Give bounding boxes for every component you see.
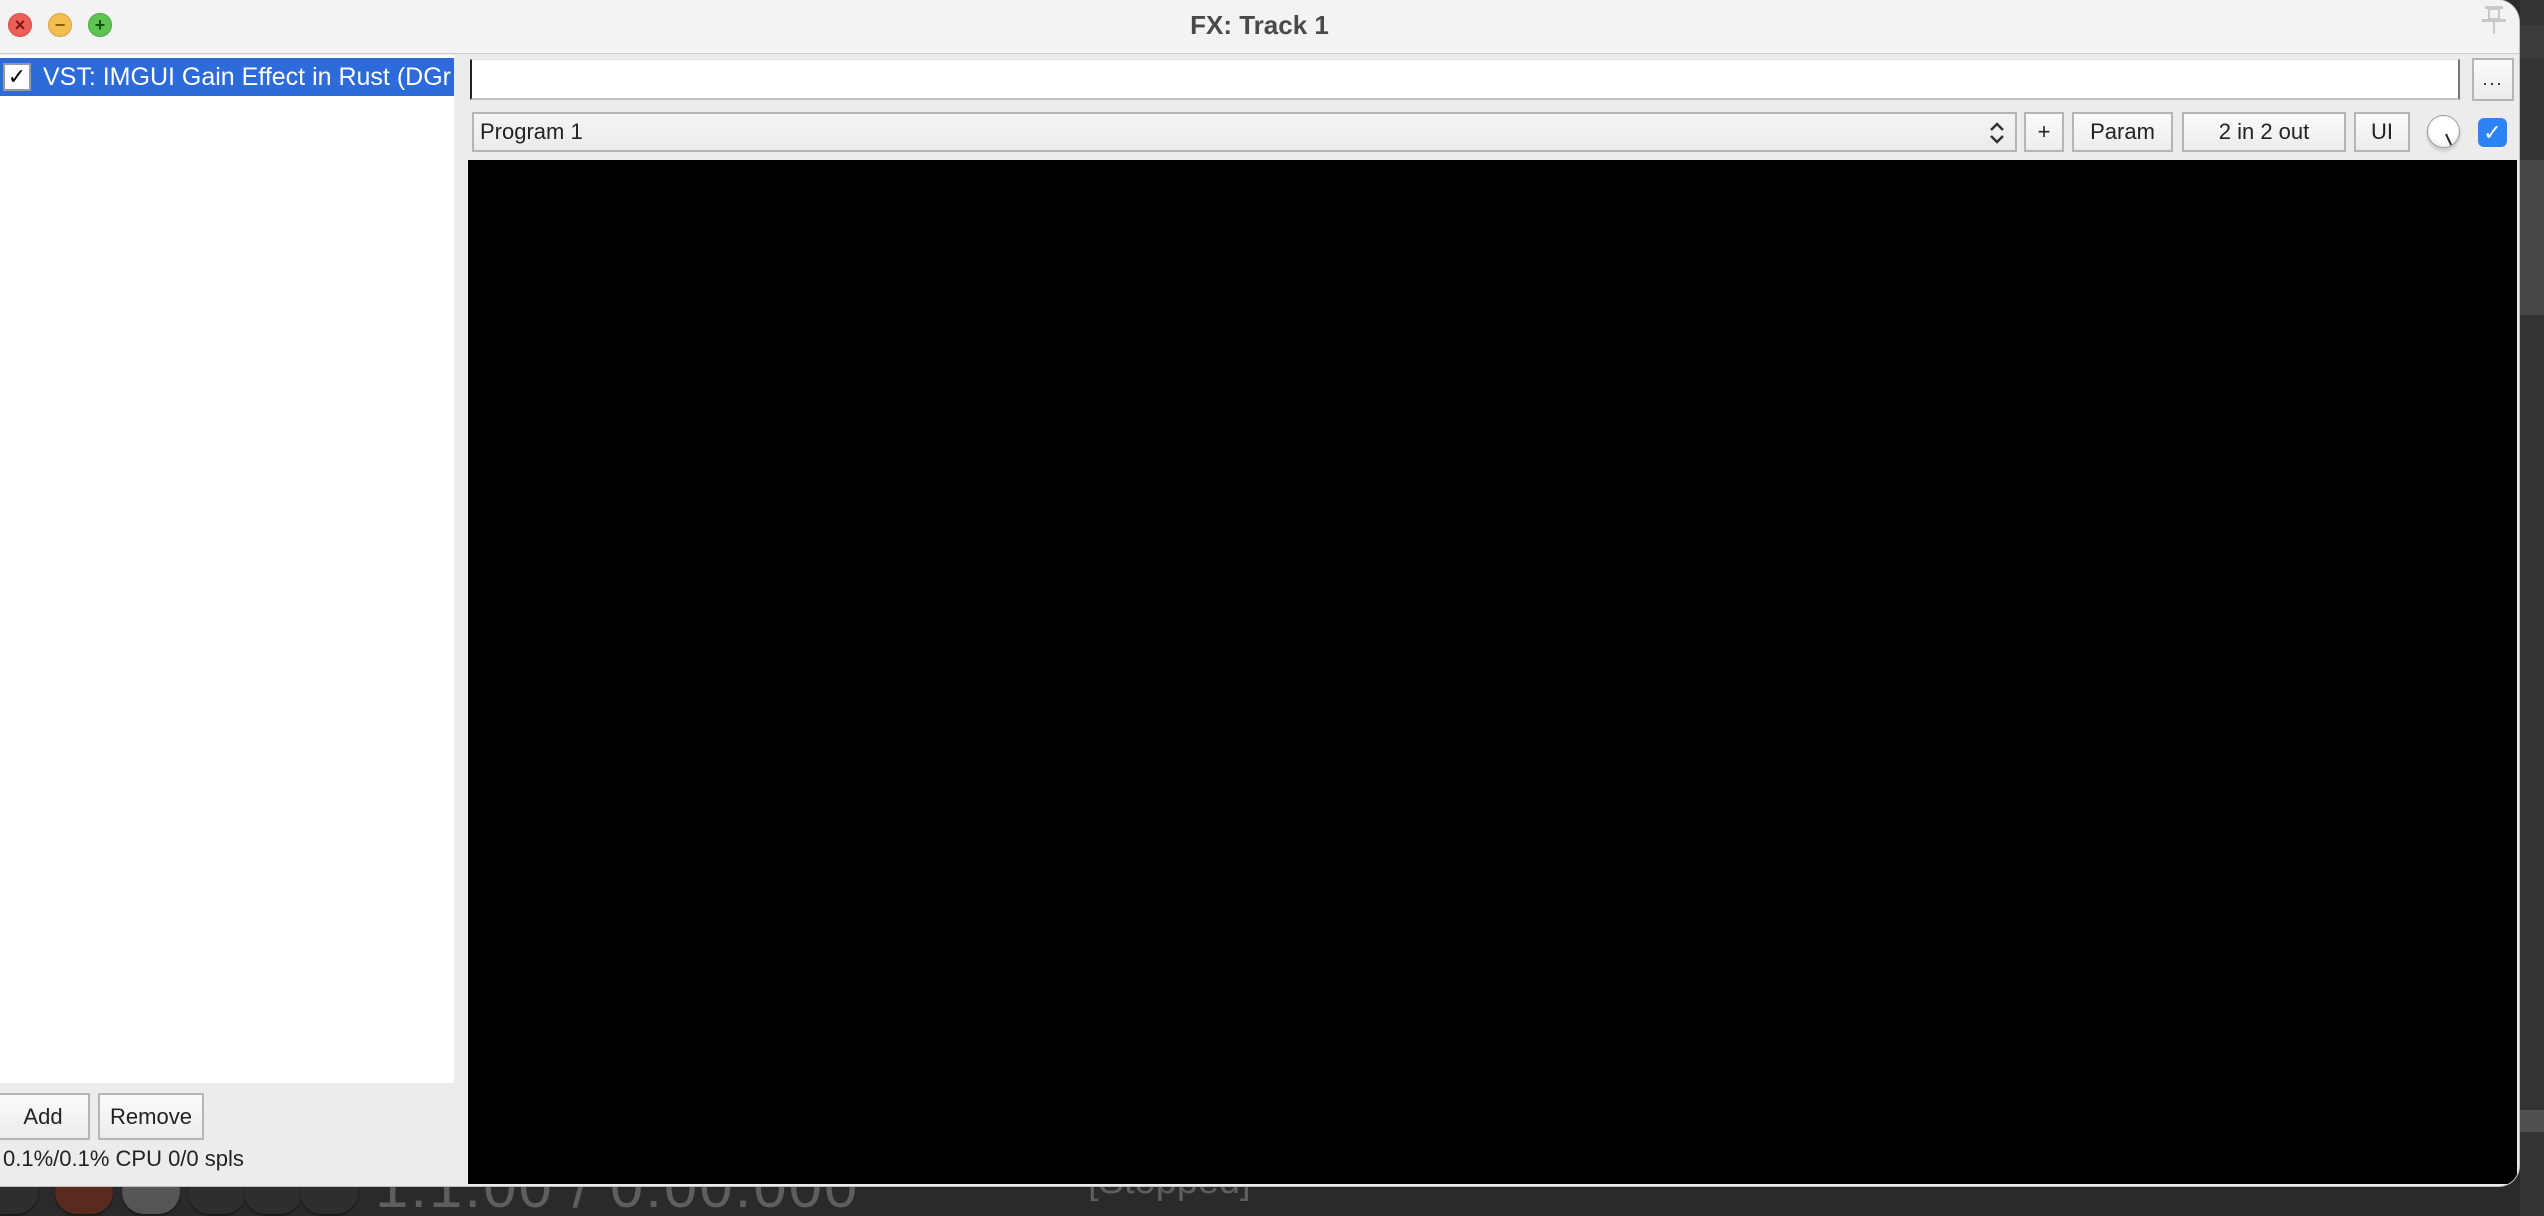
fx-list-item[interactable]: ✓ VST: IMGUI Gain Effect in Rust (DGr bbox=[0, 58, 454, 96]
add-preset-button[interactable]: + bbox=[2024, 112, 2064, 152]
checkmark-icon: ✓ bbox=[7, 64, 27, 89]
fx-item-label: VST: IMGUI Gain Effect in Rust (DGr bbox=[43, 62, 451, 91]
window-title: FX: Track 1 bbox=[1190, 10, 1329, 40]
program-select[interactable]: Program 1 bbox=[472, 112, 2017, 152]
checkmark-icon: ✓ bbox=[2483, 119, 2502, 145]
background-track-panel bbox=[2520, 0, 2544, 1216]
fx-bypass-checkbox[interactable]: ✓ bbox=[2478, 118, 2507, 147]
updown-chevron-icon bbox=[1990, 122, 2004, 144]
plugin-ui-canvas[interactable] bbox=[468, 160, 2517, 1184]
more-options-button[interactable]: ... bbox=[2472, 58, 2514, 101]
io-routing-button[interactable]: 2 in 2 out bbox=[2182, 112, 2346, 152]
wet-dry-knob[interactable] bbox=[2427, 115, 2460, 148]
pin-icon bbox=[2482, 6, 2506, 34]
fx-enabled-checkbox[interactable]: ✓ bbox=[3, 63, 31, 91]
title-bar[interactable]: × − + FX: Track 1 bbox=[0, 0, 2519, 54]
knob-indicator bbox=[2445, 133, 2452, 146]
remove-fx-button[interactable]: Remove bbox=[98, 1093, 204, 1140]
fx-window: × − + FX: Track 1 ✓ VST: IMGUI Gain Effe… bbox=[0, 0, 2519, 1186]
program-select-value: Program 1 bbox=[480, 119, 583, 144]
cpu-status: 0.1%/0.1% CPU 0/0 spls bbox=[3, 1146, 244, 1171]
ui-button[interactable]: UI bbox=[2354, 112, 2410, 152]
fx-chain-list[interactable]: ✓ VST: IMGUI Gain Effect in Rust (DGr bbox=[0, 55, 454, 1083]
add-fx-button[interactable]: Add bbox=[0, 1093, 90, 1140]
param-button[interactable]: Param bbox=[2072, 112, 2173, 152]
preset-name-input[interactable] bbox=[470, 59, 2460, 100]
pin-button[interactable] bbox=[2479, 4, 2509, 36]
